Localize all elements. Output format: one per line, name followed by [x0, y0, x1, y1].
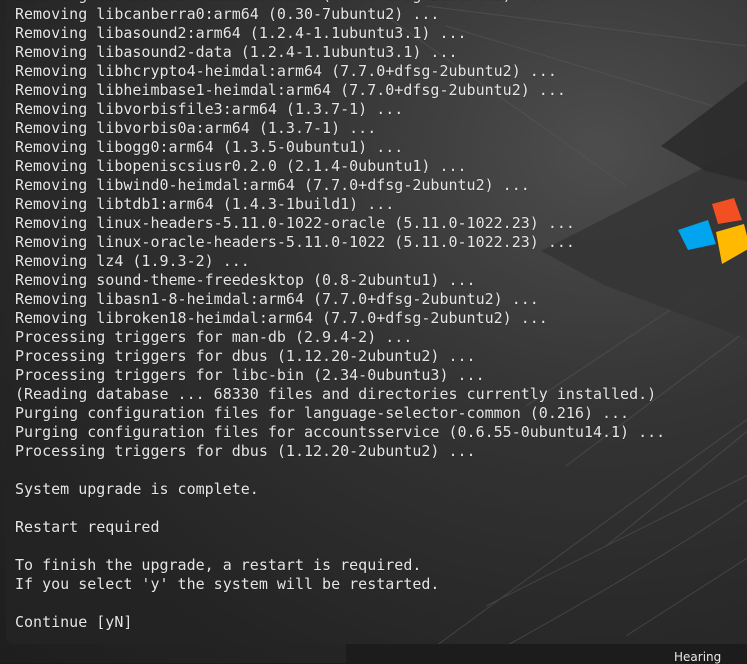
- terminal-line: Removing libasn1-8-heimdal:arm64 (7.7.0+…: [15, 290, 539, 308]
- terminal-line: Removing libogg0:arm64 (1.3.5-0ubuntu1) …: [15, 138, 404, 156]
- terminal-line: To finish the upgrade, a restart is requ…: [15, 556, 422, 574]
- terminal-output: Removing libhx509-5-heimdal:arm64 (7.7.0…: [15, 0, 665, 632]
- terminal-line: Processing triggers for man-db (2.9.4-2)…: [15, 328, 413, 346]
- terminal-window[interactable]: Removing libhx509-5-heimdal:arm64 (7.7.0…: [6, 0, 747, 644]
- taskbar-item-hearing[interactable]: Hearing: [674, 650, 721, 664]
- terminal-line: Removing libtdb1:arm64 (1.4.3-1build1) .…: [15, 195, 395, 213]
- terminal-line: Removing linux-headers-5.11.0-1022-oracl…: [15, 214, 575, 232]
- terminal-line: Removing libopeniscsiusr0.2.0 (2.1.4-0ub…: [15, 157, 467, 175]
- terminal-line: Removing lz4 (1.9.3-2) ...: [15, 252, 250, 270]
- terminal-line: Removing libcanberra0:arm64 (0.30-7ubunt…: [15, 5, 440, 23]
- terminal-line: Purging configuration files for language…: [15, 404, 630, 422]
- terminal-line: System upgrade is complete.: [15, 480, 259, 498]
- terminal-line: Continue [yN]: [15, 613, 133, 631]
- terminal-line: Removing libasound2:arm64 (1.2.4-1.1ubun…: [15, 24, 467, 42]
- terminal-line: Processing triggers for dbus (1.12.20-2u…: [15, 347, 476, 365]
- terminal-line: (Reading database ... 68330 files and di…: [15, 385, 657, 403]
- terminal-line: If you select 'y' the system will be res…: [15, 575, 440, 593]
- terminal-line: Purging configuration files for accounts…: [15, 423, 666, 441]
- terminal-line: Removing libheimbase1-heimdal:arm64 (7.7…: [15, 81, 566, 99]
- terminal-line: Processing triggers for libc-bin (2.34-0…: [15, 366, 485, 384]
- terminal-line: Removing libvorbis0a:arm64 (1.3.7-1) ...: [15, 119, 377, 137]
- terminal-line: Processing triggers for dbus (1.12.20-2u…: [15, 442, 476, 460]
- terminal-line: Removing libvorbisfile3:arm64 (1.3.7-1) …: [15, 100, 404, 118]
- terminal-line: Restart required: [15, 518, 160, 536]
- terminal-line: Removing libhcrypto4-heimdal:arm64 (7.7.…: [15, 62, 557, 80]
- terminal-line: Removing libasound2-data (1.2.4-1.1ubunt…: [15, 43, 458, 61]
- terminal-line: Removing linux-oracle-headers-5.11.0-102…: [15, 233, 575, 251]
- terminal-line: Removing libwind0-heimdal:arm64 (7.7.0+d…: [15, 176, 530, 194]
- terminal-line: Removing libroken18-heimdal:arm64 (7.7.0…: [15, 309, 548, 327]
- terminal-line: Removing sound-theme-freedesktop (0.8-2u…: [15, 271, 476, 289]
